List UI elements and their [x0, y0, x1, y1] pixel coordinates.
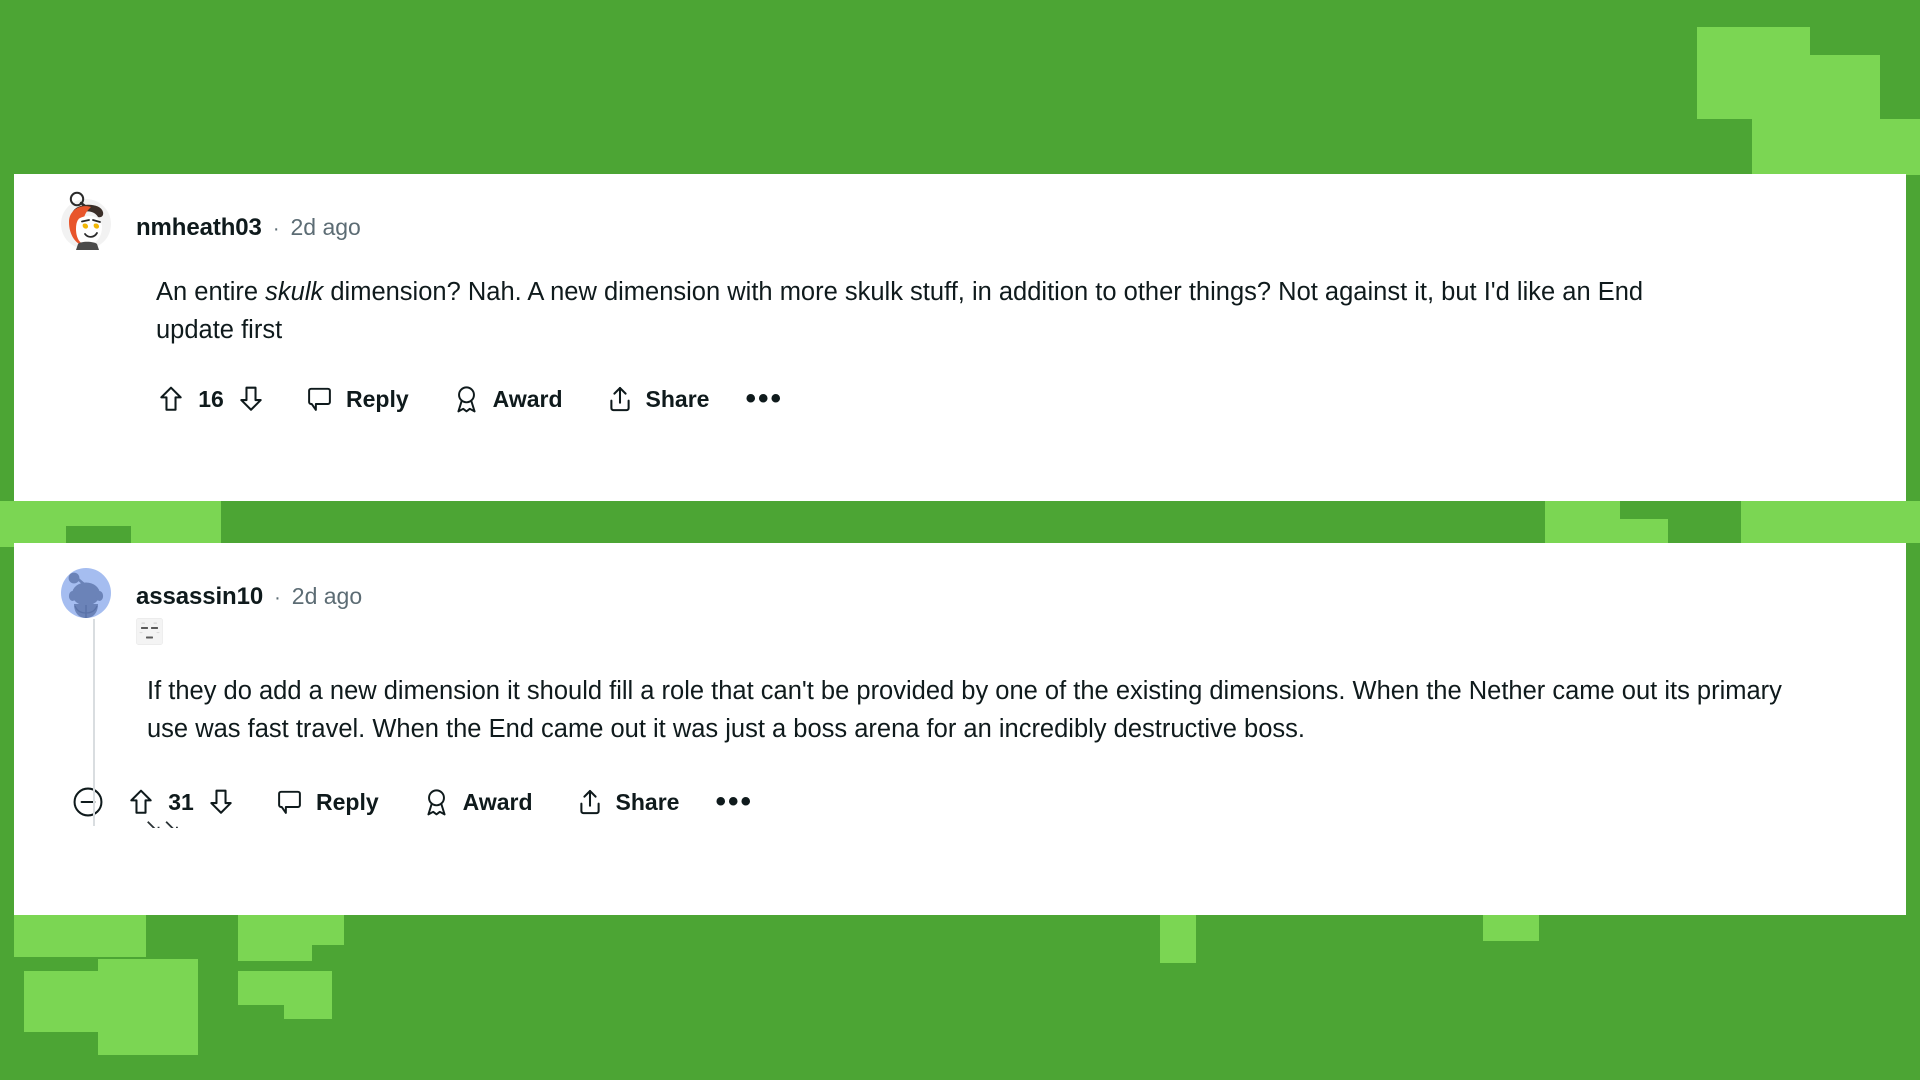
collapse-thread-button[interactable]: [72, 786, 104, 818]
comment-header-1: nmheath03 · 2d ago: [14, 174, 1906, 250]
byline-1: nmheath03 · 2d ago: [136, 216, 361, 240]
share-label: Share: [615, 788, 680, 815]
reply-label: Reply: [316, 788, 379, 815]
decorative-background-pattern: [0, 0, 1920, 1080]
background-block: [1620, 519, 1668, 543]
share-upload-icon: [579, 790, 600, 815]
comment-author-username[interactable]: nmheath03: [136, 216, 262, 240]
avatar-assassin10[interactable]: [60, 567, 112, 619]
comment-timestamp: 2d ago: [291, 583, 363, 609]
background-block: [24, 971, 98, 1032]
upvote-button[interactable]: [124, 784, 158, 820]
share-label: Share: [645, 385, 710, 412]
comment-header-2: assassin10 · 2d ago: [14, 543, 1906, 645]
background-block: [1741, 501, 1795, 543]
background-block: [238, 971, 284, 1005]
background-block: [66, 501, 144, 526]
comment-author-username[interactable]: assassin10: [136, 585, 263, 609]
reply-button[interactable]: Reply: [276, 785, 379, 820]
comment-timestamp: 2d ago: [290, 214, 361, 240]
comment-text-segment: dimension? Nah. A new dimension with mor…: [156, 278, 1644, 344]
award-rosette-icon: [427, 789, 446, 816]
downvote-button[interactable]: [204, 784, 238, 820]
byline-separator: ·: [274, 587, 281, 609]
award-label: Award: [462, 788, 533, 815]
vote-score: 31: [168, 788, 194, 815]
more-options-button[interactable]: •••: [709, 787, 759, 817]
background-block: [1810, 55, 1880, 119]
vote-group-2: 31: [124, 784, 238, 820]
comment-bubble-icon: [308, 387, 331, 411]
background-block: [238, 915, 312, 961]
background-block: [312, 915, 344, 945]
arrow-down-icon: [240, 387, 262, 412]
background-block: [1483, 915, 1539, 941]
background-block: [1752, 119, 1862, 175]
arrow-down-icon: [210, 790, 232, 815]
reply-label: Reply: [346, 385, 409, 412]
byline-separator: ·: [272, 218, 280, 240]
award-rosette-icon: [457, 386, 476, 413]
action-bar-2: 31 Reply Award Share •••: [14, 778, 1906, 826]
more-options-button[interactable]: •••: [739, 384, 789, 414]
background-block: [1160, 915, 1196, 963]
clipped-next-comment-preview: ↘↘: [144, 816, 181, 828]
award-button[interactable]: Award: [453, 381, 563, 418]
thread-collapse-line[interactable]: [93, 619, 95, 827]
share-button[interactable]: Share: [577, 784, 680, 820]
comment-meta-1: nmheath03 · 2d ago: [136, 204, 361, 240]
comment-body-2: If they do add a new dimension it should…: [14, 673, 1854, 748]
arrow-up-icon: [130, 790, 152, 815]
background-block: [0, 501, 66, 547]
vote-group-1: 16: [154, 381, 268, 417]
background-block: [1795, 501, 1920, 543]
expressionless-face-emoji-icon: [136, 618, 163, 645]
background-block: [1545, 501, 1620, 543]
comment-card-2: assassin10 · 2d ago If they do add a new: [14, 543, 1906, 915]
action-bar-1: 16 Reply Award Share •••: [14, 375, 1906, 423]
comment-text-segment: An entire: [156, 278, 266, 306]
share-upload-icon: [609, 387, 630, 412]
comment-meta-2: assassin10 · 2d ago: [136, 573, 362, 645]
background-block: [98, 959, 198, 1055]
avatar-nmheath03[interactable]: [60, 191, 112, 250]
byline-2: assassin10 · 2d ago: [136, 585, 362, 609]
upvote-button[interactable]: [154, 381, 188, 417]
vote-score: 16: [198, 385, 224, 412]
background-block: [1862, 119, 1920, 175]
comment-bubble-icon: [278, 790, 301, 814]
background-block: [284, 971, 332, 1019]
comment-body-1: An entire skulk dimension? Nah. A new di…: [14, 274, 1774, 349]
comment-text-segment: If they do add a new dimension it should…: [147, 677, 1782, 743]
background-block: [1697, 27, 1810, 119]
award-button[interactable]: Award: [423, 784, 533, 821]
share-button[interactable]: Share: [607, 381, 710, 417]
reply-button[interactable]: Reply: [306, 382, 409, 417]
background-block: [14, 915, 94, 957]
background-block: [94, 915, 146, 957]
downvote-button[interactable]: [234, 381, 268, 417]
award-label: Award: [492, 385, 563, 412]
background-block: [131, 501, 221, 543]
arrow-up-icon: [160, 387, 182, 412]
comment-card-1: nmheath03 · 2d ago An entire skulk dimen…: [14, 174, 1906, 501]
comment-text-italic-skulk: skulk: [265, 278, 324, 306]
circle-minus-icon: [73, 788, 103, 817]
